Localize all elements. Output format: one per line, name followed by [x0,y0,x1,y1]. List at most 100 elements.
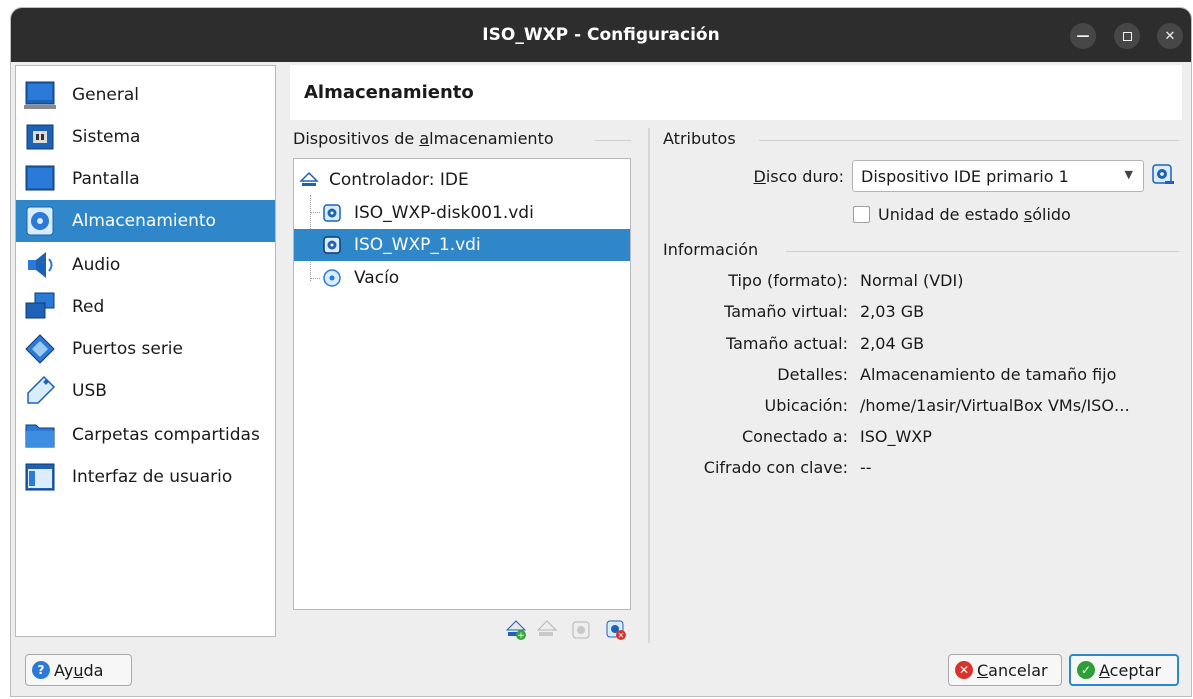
network-icon [25,292,55,319]
close-icon: ✕ [1164,28,1176,44]
svg-text:✕: ✕ [618,631,625,640]
info-label-type: Tipo (formato): [728,271,848,290]
info-value-encryption: -- [860,458,872,477]
title-bar[interactable]: ISO_WXP - Configuración — ✕ [11,8,1191,62]
chevron-down-icon: ▼ [1124,168,1133,181]
storage-icon [26,206,54,236]
label-accel: C [977,660,989,680]
tree-item-disk[interactable]: ISO_WXP-disk001.vdi [322,197,622,229]
settings-sidebar: General Sistema Pantalla Almacenamiento … [15,65,276,637]
choose-disk-icon[interactable] [1151,163,1175,187]
group-label-text-2: lmacenamiento [429,129,554,148]
tree-item-optical[interactable]: Vacío [322,262,622,294]
group-divider [595,140,631,141]
info-label-attached-to: Conectado a: [741,427,848,446]
sidebar-item-audio[interactable]: Audio [16,244,275,286]
sidebar-item-shared-folders[interactable]: Carpetas compartidas [16,414,275,456]
tree-connector [310,212,320,213]
sidebar-item-label: Sistema [72,127,141,147]
label-accel: A [1099,660,1110,680]
serial-ports-icon [25,334,55,364]
usb-icon [27,375,56,404]
label-text: Unidad de estado [878,205,1024,224]
minimize-icon: — [1076,28,1090,44]
label-text: isco duro: [765,167,844,186]
user-interface-icon [25,463,55,491]
optical-disc-icon [323,269,341,287]
info-label-virtual-size: Tamaño virtual: [724,302,848,321]
info-value-type: Normal (VDI) [860,271,964,290]
label-text: Ay [54,660,74,680]
label-accel: u [73,660,84,680]
info-label-encryption: Cifrado con clave: [703,458,848,477]
storage-devices-group-label: Dispositivos de almacenamiento [293,129,554,148]
hard-disk-icon [323,236,341,254]
window-title: ISO_WXP - Configuración [482,25,720,45]
information-group-label: Información [663,240,759,259]
help-button-label: Ayuda [54,661,103,680]
remove-attachment-icon[interactable]: ✕ [605,619,627,641]
display-icon [25,165,55,191]
sidebar-item-usb[interactable]: USB [16,370,275,412]
hard-disk-select[interactable]: Dispositivo IDE primario 1 ▼ [852,160,1144,192]
help-button[interactable]: ? Ayuda [25,654,132,686]
attributes-group-label: Atributos [663,129,736,148]
hard-disk-icon [323,204,341,222]
system-icon [26,124,54,150]
close-button[interactable]: ✕ [1157,23,1183,49]
sidebar-item-label: General [72,85,139,105]
info-label-location: Ubicación: [764,396,848,415]
ssd-label: Unidad de estado sólido [878,205,1071,224]
page-title: Almacenamiento [290,65,1182,120]
sidebar-item-system[interactable]: Sistema [16,116,275,158]
shared-folders-icon [25,424,55,448]
sidebar-item-network[interactable]: Red [16,286,275,328]
info-value-virtual-size: 2,03 GB [860,302,925,321]
label-accel: s [1023,205,1033,224]
sidebar-item-label: Almacenamiento [72,211,216,231]
sidebar-item-label: Puertos serie [72,339,183,359]
tree-item-disk-selected[interactable]: ISO_WXP_1.vdi [294,229,630,261]
cancel-button[interactable]: ✕ Cancelar [948,654,1062,686]
tree-connector [310,278,320,279]
group-label-accel: a [419,129,430,148]
sidebar-item-label: Carpetas compartidas [72,425,260,445]
ok-button-label: Aceptar [1099,661,1161,680]
minimize-button[interactable]: — [1070,23,1096,49]
ok-button[interactable]: ✓ Aceptar [1069,654,1179,686]
ide-controller-icon [299,171,319,186]
storage-tree[interactable]: Controlador: IDE ISO_WXP-disk001.vdi ISO… [293,158,631,610]
checkmark-icon: ✓ [1077,661,1095,679]
controller-label: Controlador: IDE [329,170,469,190]
add-controller-icon[interactable]: + [505,619,527,641]
disk-label: ISO_WXP-disk001.vdi [354,203,534,223]
group-label-text: Dispositivos de [293,129,420,148]
optical-label: Vacío [354,268,400,288]
sidebar-item-serial-ports[interactable]: Puertos serie [16,328,275,370]
tree-controller-ide[interactable]: Controlador: IDE [299,164,619,196]
sidebar-item-display[interactable]: Pantalla [16,158,275,200]
maximize-icon [1122,31,1132,41]
sidebar-item-user-interface[interactable]: Interfaz de usuario [16,456,275,498]
sidebar-item-label: Interfaz de usuario [72,467,233,487]
hard-disk-select-value: Dispositivo IDE primario 1 [861,166,1069,186]
info-value-details: Almacenamiento de tamaño fijo [860,365,1117,384]
label-accel: D [753,167,766,186]
panel-separator [648,128,650,643]
sidebar-item-general[interactable]: General [16,74,275,116]
info-value-actual-size: 2,04 GB [860,334,925,353]
info-label-actual-size: Tamaño actual: [726,334,848,353]
add-attachment-icon[interactable] [570,619,592,641]
info-value-location: /home/1asir/VirtualBox VMs/ISO… [860,396,1130,415]
cancel-icon: ✕ [955,661,973,679]
label-text-2: da [83,660,104,680]
ssd-checkbox[interactable] [853,206,870,223]
remove-controller-icon[interactable] [536,619,558,641]
sidebar-item-label: Audio [72,255,121,275]
audio-icon [28,252,53,278]
help-icon: ? [32,661,50,679]
maximize-button[interactable] [1114,23,1140,49]
disk-label: ISO_WXP_1.vdi [354,235,481,255]
sidebar-item-storage[interactable]: Almacenamiento [16,200,275,242]
cancel-button-label: Cancelar [977,661,1048,680]
